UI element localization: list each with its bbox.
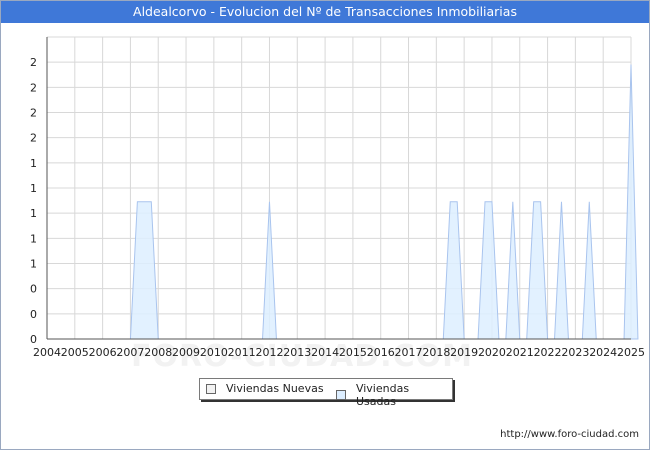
x-tick-label: 2011 [228,346,256,359]
x-tick-label: 2022 [534,346,562,359]
y-tick-label: 1 [30,182,37,195]
legend-item-usadas: Viviendas Usadas [336,382,452,408]
y-tick-label: 0 [30,333,37,346]
y-tick-label: 1 [30,232,37,245]
legend-swatch-usadas [336,390,346,400]
y-tick-label: 1 [30,157,37,170]
legend-label-nuevas: Viviendas Nuevas [226,382,324,395]
y-tick-label: 2 [30,81,37,94]
y-tick-label: 2 [30,107,37,120]
x-tick-label: 2007 [116,346,144,359]
x-tick-label: 2009 [172,346,200,359]
footer-url: http://www.foro-ciudad.com [500,429,639,440]
chart-frame: Aldealcorvo - Evolucion del Nº de Transa… [0,0,650,450]
y-tick-label: 1 [30,207,37,220]
legend-swatch-nuevas [206,383,216,394]
x-tick-label: 2010 [200,346,228,359]
legend-item-nuevas: Viviendas Nuevas [206,382,324,395]
x-tick-label: 2017 [395,346,423,359]
x-tick-label: 2015 [339,346,367,359]
x-tick-label: 2023 [561,346,589,359]
legend-label-usadas: Viviendas Usadas [355,382,410,408]
y-tick-label: 2 [30,56,37,69]
x-tick-label: 2005 [61,346,89,359]
x-tick-label: 2014 [311,346,339,359]
x-tick-label: 2019 [450,346,478,359]
y-tick-label: 1 [30,258,37,271]
x-tick-label: 2025 [617,346,645,359]
y-tick-label: 2 [30,132,37,145]
x-tick-label: 2020 [478,346,506,359]
y-tick-label: 0 [30,308,37,321]
chart-legend: Viviendas Nuevas Viviendas Usadas [199,378,453,408]
x-tick-label: 2021 [506,346,534,359]
x-tick-label: 2012 [255,346,283,359]
x-tick-label: 2004 [33,346,61,359]
x-tick-label: 2013 [283,346,311,359]
x-tick-label: 2016 [367,346,395,359]
x-tick-label: 2008 [144,346,172,359]
x-tick-label: 2006 [89,346,117,359]
x-tick-label: 2024 [589,346,617,359]
x-tick-label: 2018 [422,346,450,359]
y-tick-label: 0 [30,283,37,296]
